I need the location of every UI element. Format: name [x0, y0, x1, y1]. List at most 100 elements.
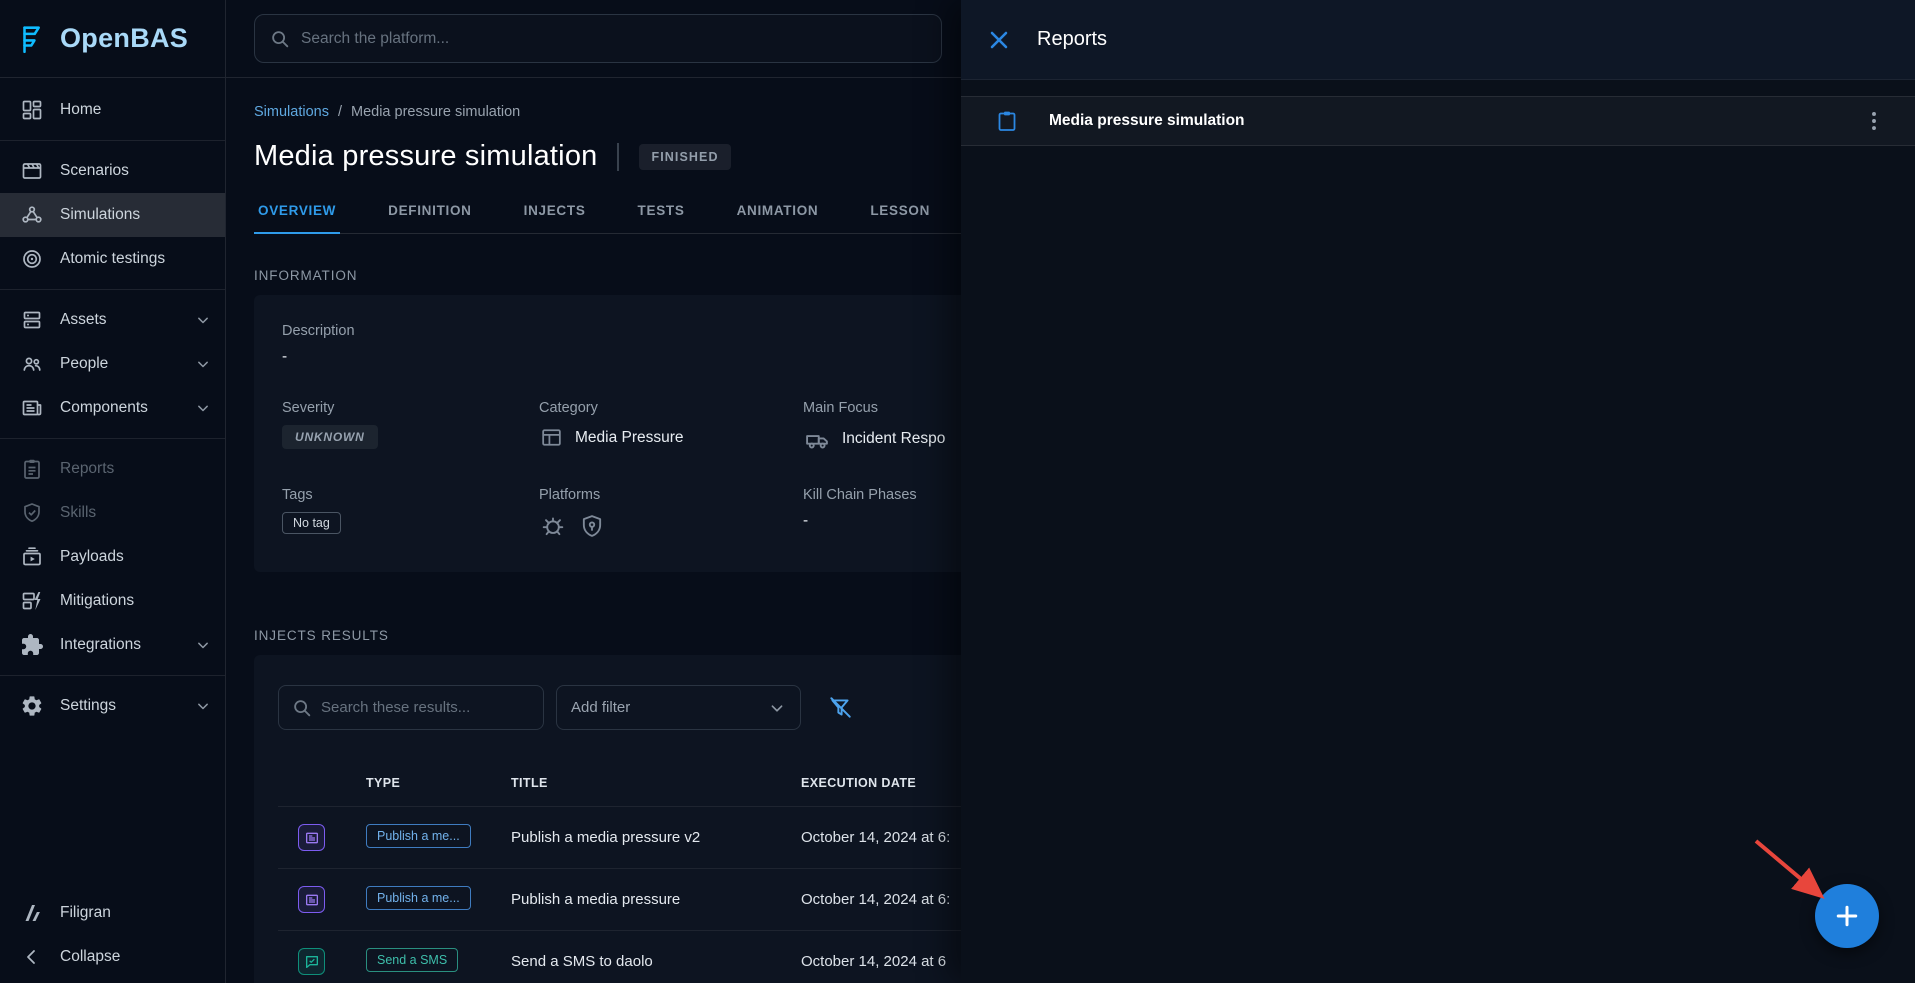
- platforms-field: Platforms: [539, 487, 803, 540]
- sidebar-item-assets[interactable]: Assets: [0, 298, 225, 342]
- report-list-item[interactable]: Media pressure simulation: [961, 96, 1915, 146]
- drawer-header: Reports: [961, 0, 1915, 80]
- tags-label: Tags: [282, 487, 539, 503]
- sidebar-item-atomic-testings[interactable]: Atomic testings: [0, 237, 225, 281]
- divider: [0, 140, 225, 141]
- media-pressure-icon: [298, 824, 325, 851]
- divider: [0, 438, 225, 439]
- openbas-app: OpenBAS Home Scenarios: [0, 0, 1915, 983]
- logo[interactable]: OpenBAS: [0, 0, 225, 78]
- inject-type-chip: Publish a me...: [366, 886, 471, 910]
- chevron-down-icon: [193, 398, 213, 418]
- sidebar-item-payloads[interactable]: Payloads: [0, 535, 225, 579]
- shield-check-icon: [20, 501, 44, 525]
- tab-bar: OVERVIEW DEFINITION INJECTS TESTS ANIMAT…: [254, 189, 961, 234]
- gear-icon: [20, 694, 44, 718]
- tab-lessons[interactable]: LESSON: [866, 189, 934, 233]
- tab-animation[interactable]: ANIMATION: [733, 189, 823, 233]
- sidebar-item-label: Settings: [60, 697, 116, 715]
- inject-title: Send a SMS to daolo: [511, 953, 801, 970]
- tab-overview[interactable]: OVERVIEW: [254, 189, 340, 234]
- add-report-button[interactable]: [1815, 884, 1879, 948]
- add-filter-select[interactable]: Add filter: [556, 685, 801, 730]
- movie-icon: [20, 159, 44, 183]
- sidebar-item-settings[interactable]: Settings: [0, 684, 225, 728]
- sidebar-item-home[interactable]: Home: [0, 88, 225, 132]
- severity-label: Severity: [282, 400, 539, 416]
- platform-search-input[interactable]: [301, 30, 927, 48]
- add-filter-label: Add filter: [571, 699, 630, 716]
- sidebar-item-integrations[interactable]: Integrations: [0, 623, 225, 667]
- platforms-label: Platforms: [539, 487, 803, 503]
- category-field: Category Media Pressure: [539, 400, 803, 453]
- category-icon: [539, 425, 564, 450]
- sidebar-item-label: Integrations: [60, 636, 141, 654]
- filigran-label: Filigran: [60, 904, 111, 922]
- col-type[interactable]: TYPE: [366, 776, 511, 790]
- severity-field: Severity UNKNOWN: [282, 400, 539, 453]
- inject-title: Publish a media pressure: [511, 891, 801, 908]
- chevron-left-icon: [20, 945, 44, 969]
- close-icon[interactable]: [985, 26, 1013, 54]
- incident-response-truck-icon: [803, 425, 831, 453]
- title-divider: [617, 143, 619, 171]
- tab-definition[interactable]: DEFINITION: [384, 189, 476, 233]
- sidebar-item-scenarios[interactable]: Scenarios: [0, 149, 225, 193]
- tags-field: Tags No tag: [282, 487, 539, 540]
- chevron-down-icon: [193, 696, 213, 716]
- clear-filters-icon[interactable]: [827, 695, 853, 721]
- more-options-icon[interactable]: [1861, 108, 1887, 134]
- category-value: Media Pressure: [575, 429, 684, 447]
- status-badge: FINISHED: [639, 144, 730, 170]
- filigran-link[interactable]: Filigran: [0, 891, 225, 935]
- chevron-down-icon: [193, 354, 213, 374]
- sidebar-item-label: Mitigations: [60, 592, 134, 610]
- media-pressure-icon: [298, 886, 325, 913]
- sidebar-item-components[interactable]: Components: [0, 386, 225, 430]
- sidebar-item-label: People: [60, 355, 108, 373]
- sidebar-item-label: Atomic testings: [60, 250, 165, 268]
- sidebar-item-label: Reports: [60, 460, 114, 478]
- target-icon: [20, 247, 44, 271]
- report-name: Media pressure simulation: [1049, 112, 1245, 130]
- col-title[interactable]: TITLE: [511, 776, 801, 790]
- collapse-label: Collapse: [60, 948, 120, 966]
- drawer-title: Reports: [1037, 28, 1107, 51]
- breadcrumb-current: Media pressure simulation: [351, 104, 520, 120]
- tab-injects[interactable]: INJECTS: [520, 189, 590, 233]
- search-icon: [291, 697, 313, 719]
- puzzle-icon: [20, 633, 44, 657]
- divider: [0, 289, 225, 290]
- sidebar-item-simulations[interactable]: Simulations: [0, 193, 225, 237]
- breadcrumb-separator: /: [338, 104, 342, 120]
- storage-icon: [20, 308, 44, 332]
- results-search[interactable]: [278, 685, 544, 730]
- sidebar-item-label: Simulations: [60, 206, 140, 224]
- sidebar-item-skills[interactable]: Skills: [0, 491, 225, 535]
- newspaper-icon: [20, 396, 44, 420]
- collapse-sidebar-button[interactable]: Collapse: [0, 935, 225, 979]
- category-label: Category: [539, 400, 803, 416]
- subscriptions-icon: [20, 545, 44, 569]
- sidebar-item-mitigations[interactable]: Mitigations: [0, 579, 225, 623]
- inject-title: Publish a media pressure v2: [511, 829, 801, 846]
- filigran-logo-icon: [20, 901, 44, 925]
- tab-tests[interactable]: TESTS: [634, 189, 689, 233]
- logo-wordmark: OpenBAS: [60, 23, 188, 54]
- sidebar-item-label: Home: [60, 101, 101, 119]
- main-focus-value: Incident Respo: [842, 430, 945, 448]
- inject-type-chip: Publish a me...: [366, 824, 471, 848]
- platform-search[interactable]: [254, 14, 942, 63]
- sidebar-item-reports[interactable]: Reports: [0, 447, 225, 491]
- sidebar-item-people[interactable]: People: [0, 342, 225, 386]
- breadcrumb-simulations-link[interactable]: Simulations: [254, 104, 329, 120]
- results-search-input[interactable]: [321, 699, 531, 716]
- platform-swarm-icon: [539, 512, 567, 540]
- platform-shield-icon: [578, 512, 606, 540]
- plus-icon: [1832, 901, 1862, 931]
- page-title: Media pressure simulation: [254, 140, 597, 173]
- reports-drawer: Reports Media pressure simulation: [961, 0, 1915, 983]
- hub-icon: [20, 203, 44, 227]
- no-tag-chip: No tag: [282, 512, 341, 534]
- report-clipboard-icon: [995, 109, 1019, 133]
